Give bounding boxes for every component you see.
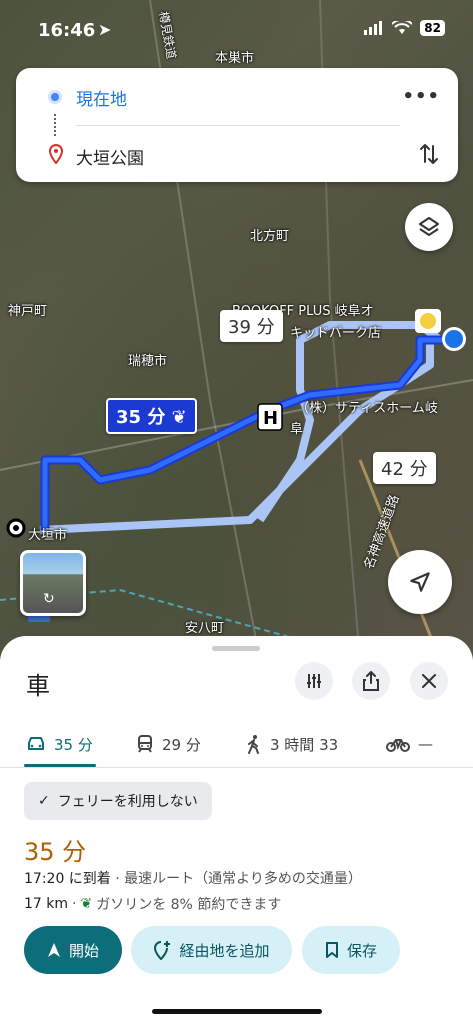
add-stop-icon	[154, 941, 171, 960]
route-time-primary[interactable]: 35 分 ❦	[106, 398, 197, 434]
layers-button[interactable]	[405, 203, 453, 251]
close-icon	[422, 674, 436, 688]
travel-mode-tabs: 35 分 29 分 3 時間 33 —	[0, 722, 473, 768]
bike-icon	[386, 739, 410, 752]
destination-field[interactable]: 大垣公園	[76, 144, 144, 169]
origin-dot-icon	[48, 90, 62, 104]
eco-leaf-icon: ❦	[80, 896, 93, 912]
signal-icon	[364, 21, 383, 35]
share-icon	[363, 671, 379, 691]
car-icon	[28, 737, 44, 750]
sliders-icon	[307, 674, 321, 688]
rotate-icon: ↻	[43, 591, 55, 607]
start-button[interactable]: 開始	[24, 926, 122, 974]
status-bar: 16:46 ➤ 82	[0, 0, 473, 60]
add-stop-button[interactable]: 経由地を追加	[131, 926, 292, 974]
tab-walk[interactable]: 3 時間 33	[246, 722, 338, 766]
location-arrow-icon: ➤	[98, 20, 112, 39]
share-button[interactable]	[352, 662, 390, 700]
navigation-arrow-icon	[47, 943, 60, 957]
map-label-kitakata: 北方町	[250, 229, 290, 244]
distance-info: 17 km · ❦ ガソリンを 8% 節約できます	[24, 896, 282, 913]
arrival-time: 17:20 に到着	[24, 871, 111, 887]
wifi-icon	[392, 21, 413, 34]
swap-icon[interactable]	[418, 142, 440, 166]
distance-value: 17 km	[24, 896, 69, 912]
sheet-drag-handle[interactable]	[212, 646, 260, 651]
map-label-anpachi: 安八町	[185, 621, 225, 636]
route-dots	[54, 114, 56, 136]
status-time: 16:46	[38, 20, 96, 41]
active-tab-indicator	[24, 764, 96, 767]
transit-icon	[138, 735, 152, 753]
tab-bike[interactable]: —	[386, 722, 433, 766]
map-label-satis-2: 阜	[290, 422, 304, 437]
navigation-arrow-icon	[410, 572, 430, 592]
arrival-info: 17:20 に到着 · 最速ルート（通常より多めの交通量）	[24, 868, 362, 888]
route-duration: 35 分	[24, 838, 87, 866]
avoid-ferries-chip[interactable]: ✓ フェリーを利用しない	[24, 782, 212, 820]
walk-icon	[248, 735, 259, 754]
svg-text:H: H	[263, 408, 278, 429]
map-label-kobe: 神戸町	[8, 304, 48, 319]
check-icon: ✓	[38, 793, 50, 809]
map-label-mizuho: 瑞穂市	[128, 354, 168, 369]
origin-field[interactable]: 現在地	[76, 85, 127, 110]
map-label-bookoff-2: キッドパーク店	[290, 326, 382, 341]
save-button[interactable]: 保存	[302, 926, 400, 974]
route-time-alt-39[interactable]: 39 分	[220, 310, 283, 342]
route-alt-42	[39, 340, 434, 534]
street-view-thumbnail[interactable]: ↻	[20, 550, 86, 616]
tab-transit[interactable]: 29 分	[136, 722, 201, 766]
layers-icon	[419, 217, 439, 236]
bookmark-icon	[325, 942, 338, 958]
eco-leaf-icon: ❦	[171, 407, 187, 428]
home-indicator[interactable]	[152, 1009, 322, 1014]
eco-note: ガソリンを 8% 節約できます	[96, 897, 282, 913]
battery-indicator: 82	[420, 20, 445, 36]
tab-car[interactable]: 35 分	[26, 722, 93, 766]
map-label-ogaki: 大垣市	[28, 528, 68, 543]
recenter-button[interactable]	[388, 550, 452, 614]
close-button[interactable]	[410, 662, 448, 700]
route-time-alt-42[interactable]: 42 分	[373, 452, 436, 484]
map-label-satis: （株）サティスホーム岐	[296, 401, 438, 416]
arrival-note: · 最速ルート（通常より多めの交通量）	[115, 871, 362, 887]
destination-pin-icon	[48, 144, 64, 164]
more-options-icon[interactable]: •••	[402, 86, 440, 107]
directions-sheet: 車 35 分 29 分 3 時間 33 — ✓ フェリーを利用しない 35 分 …	[0, 636, 473, 1024]
sheet-title: 車	[26, 672, 50, 700]
directions-card: 現在地 ••• 大垣公園	[16, 68, 458, 182]
route-options-button[interactable]	[295, 662, 333, 700]
